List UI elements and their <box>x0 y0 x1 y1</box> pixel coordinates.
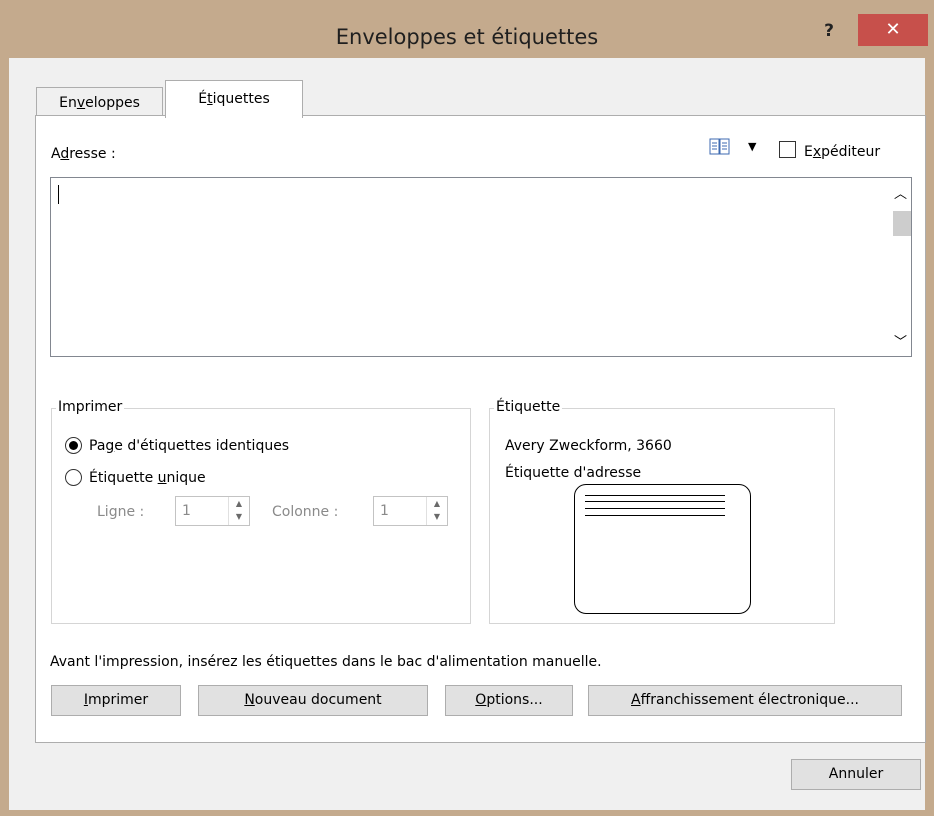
colonne-label: Colonne : <box>272 504 339 520</box>
radio-single-label-text[interactable]: Étiquette unique <box>89 470 206 486</box>
sender-label-pre: E <box>804 144 813 160</box>
radio-single-label-post: nique <box>166 470 206 486</box>
colonne-value: 1 <box>380 503 389 519</box>
dialog-client-area: Enveloppes Étiquettes Adresse : ▼ Expédi… <box>9 58 926 810</box>
colonne-spinner-arrows-icon[interactable]: ▲ ▼ <box>426 497 447 525</box>
options-button[interactable]: Options... <box>445 685 573 716</box>
tab-enveloppes-label-pre: En <box>59 95 77 111</box>
chevron-down-icon[interactable]: ▼ <box>748 140 756 153</box>
label-vendor-product: Avery Zweckform, 3660 <box>505 438 672 454</box>
ligne-spinner-arrows-icon[interactable]: ▲ ▼ <box>228 497 249 525</box>
tab-etiquettes-label-pre: É <box>198 91 208 107</box>
preview-line <box>585 501 725 502</box>
scroll-up-icon[interactable]: ︿ <box>890 183 911 203</box>
radio-single-label-pre: Étiquette <box>89 470 158 486</box>
tab-etiquettes-label-post: iquettes <box>212 91 270 107</box>
print-label: mprimer <box>87 692 149 708</box>
label-group-title: Étiquette <box>494 399 563 415</box>
print-group-title: Imprimer <box>56 399 125 415</box>
address-book-icon[interactable] <box>709 138 731 156</box>
sender-label-post: péditeur <box>821 144 881 160</box>
address-label-post: resse : <box>69 146 116 162</box>
radio-single-accesskey: u <box>157 470 167 486</box>
sender-label[interactable]: Expéditeur <box>804 144 880 160</box>
help-button[interactable]: ? <box>814 18 844 44</box>
new-document-label: ouveau document <box>254 692 382 708</box>
dialog-window: Enveloppes et étiquettes ? ✕ Enveloppes … <box>0 0 934 816</box>
radio-full-page-accesskey: g <box>105 438 115 454</box>
radio-full-page-label-post: e d'étiquettes identiques <box>114 438 290 454</box>
sender-label-accesskey: x <box>812 144 822 160</box>
label-preview-icon[interactable] <box>574 484 751 614</box>
ligne-value: 1 <box>182 503 191 519</box>
tab-enveloppes-accesskey: v <box>76 95 86 111</box>
electronic-postage-button[interactable]: Affranchissement électronique... <box>588 685 902 716</box>
electronic-postage-label: ffranchissement électronique... <box>640 692 859 708</box>
label-type: Étiquette d'adresse <box>505 465 642 481</box>
scroll-thumb[interactable] <box>893 211 911 236</box>
address-label: Adresse : <box>51 146 116 162</box>
ligne-spinner[interactable]: 1 ▲ ▼ <box>175 496 250 526</box>
cancel-button[interactable]: Annuler <box>791 759 921 790</box>
scroll-down-icon[interactable]: ﹀ <box>890 331 911 351</box>
tab-enveloppes-label-post: eloppes <box>85 95 140 111</box>
radio-full-page-label[interactable]: Page d'étiquettes identiques <box>89 438 289 454</box>
options-accesskey: O <box>475 692 487 708</box>
text-caret <box>58 185 59 204</box>
preview-line <box>585 515 725 516</box>
radio-full-page[interactable] <box>65 437 82 454</box>
sender-checkbox[interactable] <box>779 141 796 158</box>
preview-line <box>585 508 725 509</box>
colonne-spinner[interactable]: 1 ▲ ▼ <box>373 496 448 526</box>
new-document-button[interactable]: Nouveau document <box>198 685 428 716</box>
tab-etiquettes[interactable]: Étiquettes <box>165 80 303 118</box>
new-document-accesskey: N <box>244 692 255 708</box>
radio-full-page-label-pre: Pa <box>89 438 106 454</box>
address-textarea[interactable]: ︿ ﹀ <box>50 177 912 357</box>
print-button[interactable]: Imprimer <box>51 685 181 716</box>
close-button[interactable]: ✕ <box>858 14 928 46</box>
options-label: ptions... <box>486 692 543 708</box>
preview-line <box>585 495 725 496</box>
address-scrollbar[interactable]: ︿ ﹀ <box>890 178 911 356</box>
radio-single-label[interactable] <box>65 469 82 486</box>
address-label-pre: A <box>51 146 61 162</box>
electronic-postage-accesskey: A <box>631 692 641 708</box>
ligne-label: Ligne : <box>97 504 145 520</box>
radio-selected-dot <box>69 441 78 450</box>
print-note: Avant l'impression, insérez les étiquett… <box>50 654 602 670</box>
dialog-title: Enveloppes et étiquettes <box>335 25 599 49</box>
address-label-accesskey: d <box>60 146 70 162</box>
